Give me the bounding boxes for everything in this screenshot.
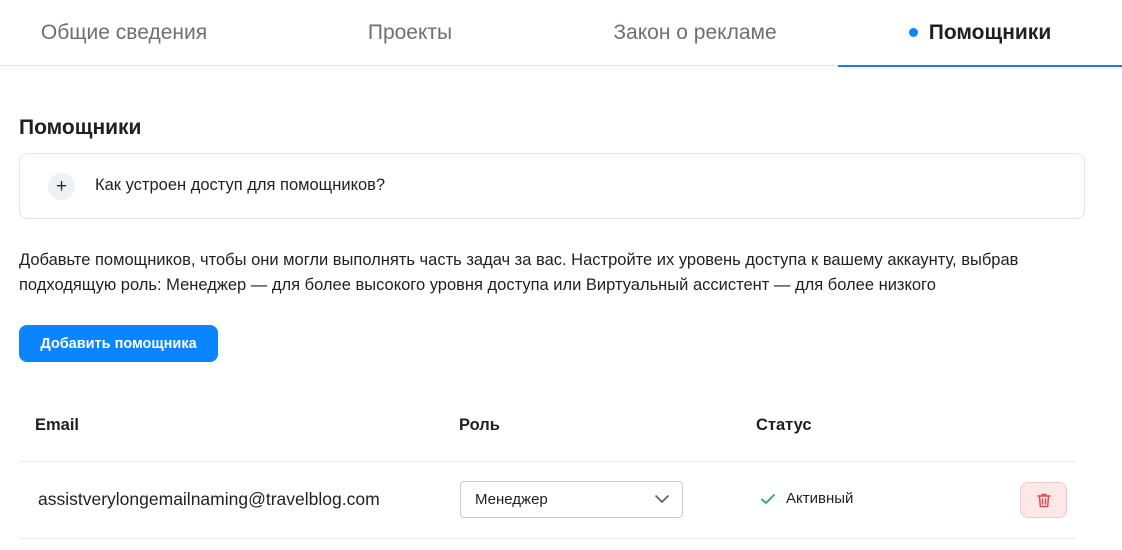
column-header-email: Email	[35, 416, 80, 434]
tab-assistants[interactable]: Помощники	[838, 0, 1122, 67]
tab-projects[interactable]: Проекты	[300, 0, 520, 66]
column-header-role: Роль	[459, 416, 500, 434]
tab-label: Помощники	[928, 20, 1052, 44]
chevron-down-icon	[655, 495, 669, 503]
tab-label: Проекты	[367, 21, 453, 44]
access-info-accordion[interactable]: + Как устроен доступ для помощников?	[19, 153, 1085, 219]
role-select-value: Менеджер	[475, 491, 548, 508]
accordion-label: Как устроен доступ для помощников?	[95, 176, 386, 194]
check-icon	[761, 493, 775, 504]
table-divider	[19, 538, 1075, 539]
plus-icon: +	[48, 173, 75, 200]
status-indicator: Активный	[760, 490, 853, 507]
assistant-email: assistverylongemailnaming@travelblog.com	[38, 489, 380, 509]
add-assistant-button[interactable]: Добавить помощника	[19, 325, 218, 362]
tab-bar: Общие сведения Проекты Закон о рекламе П…	[0, 0, 1122, 67]
assistants-description: Добавьте помощников, чтобы они могли вып…	[19, 251, 1019, 294]
status-text: Активный	[786, 490, 854, 507]
role-select[interactable]: Менеджер	[460, 481, 683, 518]
tab-label: Закон о рекламе	[613, 21, 777, 44]
trash-icon	[1036, 493, 1051, 508]
tab-general[interactable]: Общие сведения	[0, 0, 248, 66]
table-divider	[19, 461, 1075, 462]
tab-advertising-law[interactable]: Закон о рекламе	[570, 0, 820, 66]
active-dot-icon	[908, 28, 918, 37]
tab-label: Общие сведения	[40, 21, 208, 44]
column-header-status: Статус	[756, 416, 812, 434]
section-title: Помощники	[19, 116, 142, 139]
delete-assistant-button[interactable]	[1020, 482, 1067, 518]
